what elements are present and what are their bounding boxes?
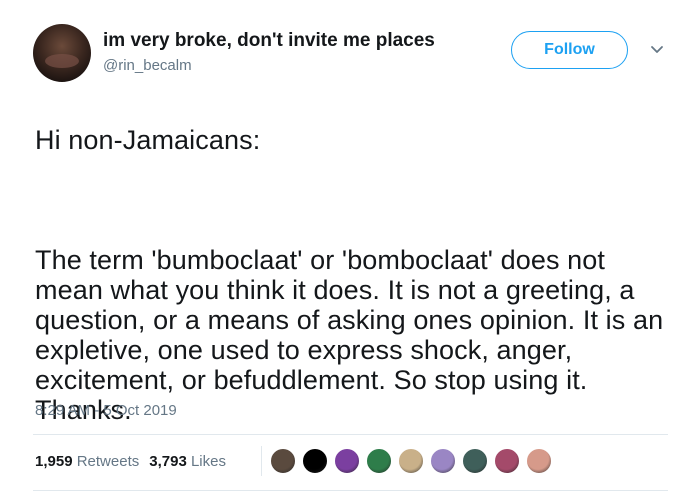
tweet-stats: 1,959 Retweets 3,793 Likes <box>35 453 226 470</box>
liker-avatar[interactable] <box>366 448 392 474</box>
tweet-timestamp[interactable]: 8:29 AM - 5 Oct 2019 <box>35 402 177 419</box>
retweets-label: Retweets <box>76 453 140 470</box>
liker-avatar[interactable] <box>302 448 328 474</box>
divider <box>33 490 668 491</box>
retweets-count: 1,959 <box>35 453 73 470</box>
liker-avatar[interactable] <box>526 448 552 474</box>
likes-count: 3,793 <box>149 453 187 470</box>
liker-avatar[interactable] <box>494 448 520 474</box>
divider <box>33 434 668 435</box>
liker-avatar[interactable] <box>270 448 296 474</box>
liker-avatar[interactable] <box>334 448 360 474</box>
user-handle[interactable]: @rin_becalm <box>103 57 192 74</box>
chevron-down-icon[interactable] <box>650 43 664 57</box>
tweet-text-line: Hi non-Jamaicans: <box>35 125 261 155</box>
tweet-text-body: The term 'bumboclaat' or 'bomboclaat' do… <box>35 245 664 425</box>
likes-stat[interactable]: 3,793 Likes <box>149 453 226 470</box>
liker-avatars <box>261 446 558 476</box>
display-name[interactable]: im very broke, don't invite me places <box>103 30 435 52</box>
liker-avatar[interactable] <box>398 448 424 474</box>
liker-avatar[interactable] <box>430 448 456 474</box>
liker-avatar[interactable] <box>462 448 488 474</box>
retweets-stat[interactable]: 1,959 Retweets <box>35 453 139 470</box>
tweet-card: im very broke, don't invite me places @r… <box>0 0 700 495</box>
follow-button[interactable]: Follow <box>511 31 628 69</box>
tweet-text: Hi non-Jamaicans: The term 'bumboclaat' … <box>35 95 675 455</box>
likes-label: Likes <box>190 453 226 470</box>
avatar[interactable] <box>33 24 91 82</box>
